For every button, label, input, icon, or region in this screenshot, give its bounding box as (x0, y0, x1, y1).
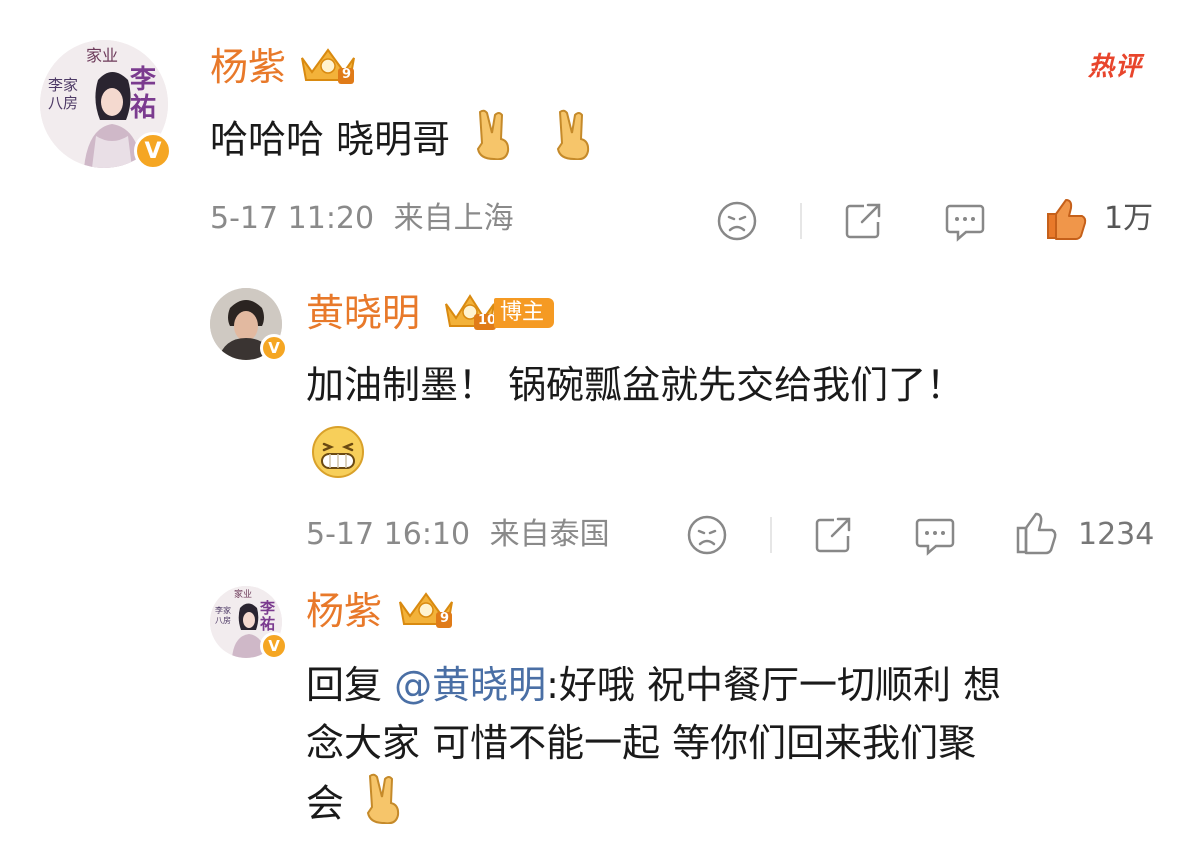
like-count: 1万 (1104, 201, 1154, 236)
comment-location: 来自上海 (393, 201, 514, 236)
hot-comment-badge: 热评 (1088, 52, 1143, 82)
avatar-label-name: 李祐 (260, 599, 276, 633)
victory-hand-emoji (360, 772, 406, 840)
reply-text: 回复 @黄晓明:好哦 祝中餐厅一切顺利 想 念大家 可惜不能一起 等你们回来我们… (306, 656, 1176, 840)
verified-v-icon: V (134, 132, 172, 170)
comment-icon[interactable] (944, 202, 986, 242)
level-number: 9 (342, 67, 352, 82)
comment-icon[interactable] (914, 516, 956, 556)
comment-author[interactable]: 杨紫 (210, 48, 286, 86)
verified-v-icon: V (260, 632, 288, 660)
like-thumb-icon[interactable] (1014, 510, 1058, 556)
action-divider (770, 517, 772, 553)
reply-text-body: 加油制墨！ 锅碗瓢盆就先交给我们了！ (306, 363, 965, 407)
avatar-label-name: 李祐 (130, 65, 157, 123)
comment-meta: 5-17 11:20 来自上海 (210, 204, 514, 234)
reply-text: 加油制墨！ 锅碗瓢盆就先交给我们了！ (306, 356, 1166, 414)
victory-hand-emoji (470, 108, 516, 176)
action-divider (800, 203, 802, 239)
blogger-badge: 博主 (494, 298, 555, 328)
comment-time: 11:20 (287, 201, 375, 236)
reply-text-line3: 会 (306, 781, 345, 826)
avatar[interactable]: 家业 李祐 李家八房 V (210, 586, 288, 660)
reply-author[interactable]: 黄晓明 (306, 294, 420, 332)
reply-line-3: 会 (306, 772, 1176, 840)
crown-level-icon: 9 (298, 44, 358, 90)
dislike-face-icon[interactable] (686, 514, 728, 556)
reply-location: 来自泰国 (489, 517, 610, 552)
victory-hand-emoji (550, 108, 596, 176)
avatar-label-side: 李家八房 (215, 606, 231, 625)
reply-meta: 5-17 16:10 来自泰国 (306, 520, 610, 550)
like-thumb-icon[interactable] (1044, 196, 1088, 242)
crown-level-icon: 10 (442, 290, 498, 336)
grin-face-emoji (310, 424, 366, 484)
mention-link[interactable]: @黄晓明 (394, 663, 546, 707)
like-count: 1234 (1078, 517, 1155, 552)
share-icon[interactable] (812, 514, 854, 556)
comment-date: 5-17 (210, 201, 279, 236)
reply-line-2: 念大家 可惜不能一起 等你们回来我们聚 (306, 721, 977, 765)
avatar-label-top: 家业 (234, 590, 253, 600)
share-icon[interactable] (842, 200, 884, 242)
reply-date: 5-17 (306, 517, 375, 552)
reply-time: 16:10 (383, 517, 471, 552)
avatar[interactable]: V (210, 288, 288, 362)
avatar-label-top: 家业 (86, 46, 119, 65)
reply-prefix: 回复 (306, 663, 383, 707)
avatar[interactable]: 家业 李祐 李家八房 V (40, 40, 172, 170)
reply-text-line1: :好哦 祝中餐厅一切顺利 想 (546, 663, 1002, 707)
reply-line-1: 回复 @黄晓明:好哦 祝中餐厅一切顺利 想 (306, 656, 1176, 714)
avatar-label-side: 李家八房 (48, 76, 79, 112)
crown-level-icon: 9 (396, 588, 456, 634)
verified-v-icon: V (260, 334, 288, 362)
reply-author[interactable]: 杨紫 (306, 592, 382, 630)
comment-text: 哈哈哈 晓明哥 (210, 108, 596, 176)
comment-text-body: 哈哈哈 晓明哥 (210, 117, 451, 162)
dislike-face-icon[interactable] (716, 200, 758, 242)
level-number: 9 (440, 611, 450, 626)
